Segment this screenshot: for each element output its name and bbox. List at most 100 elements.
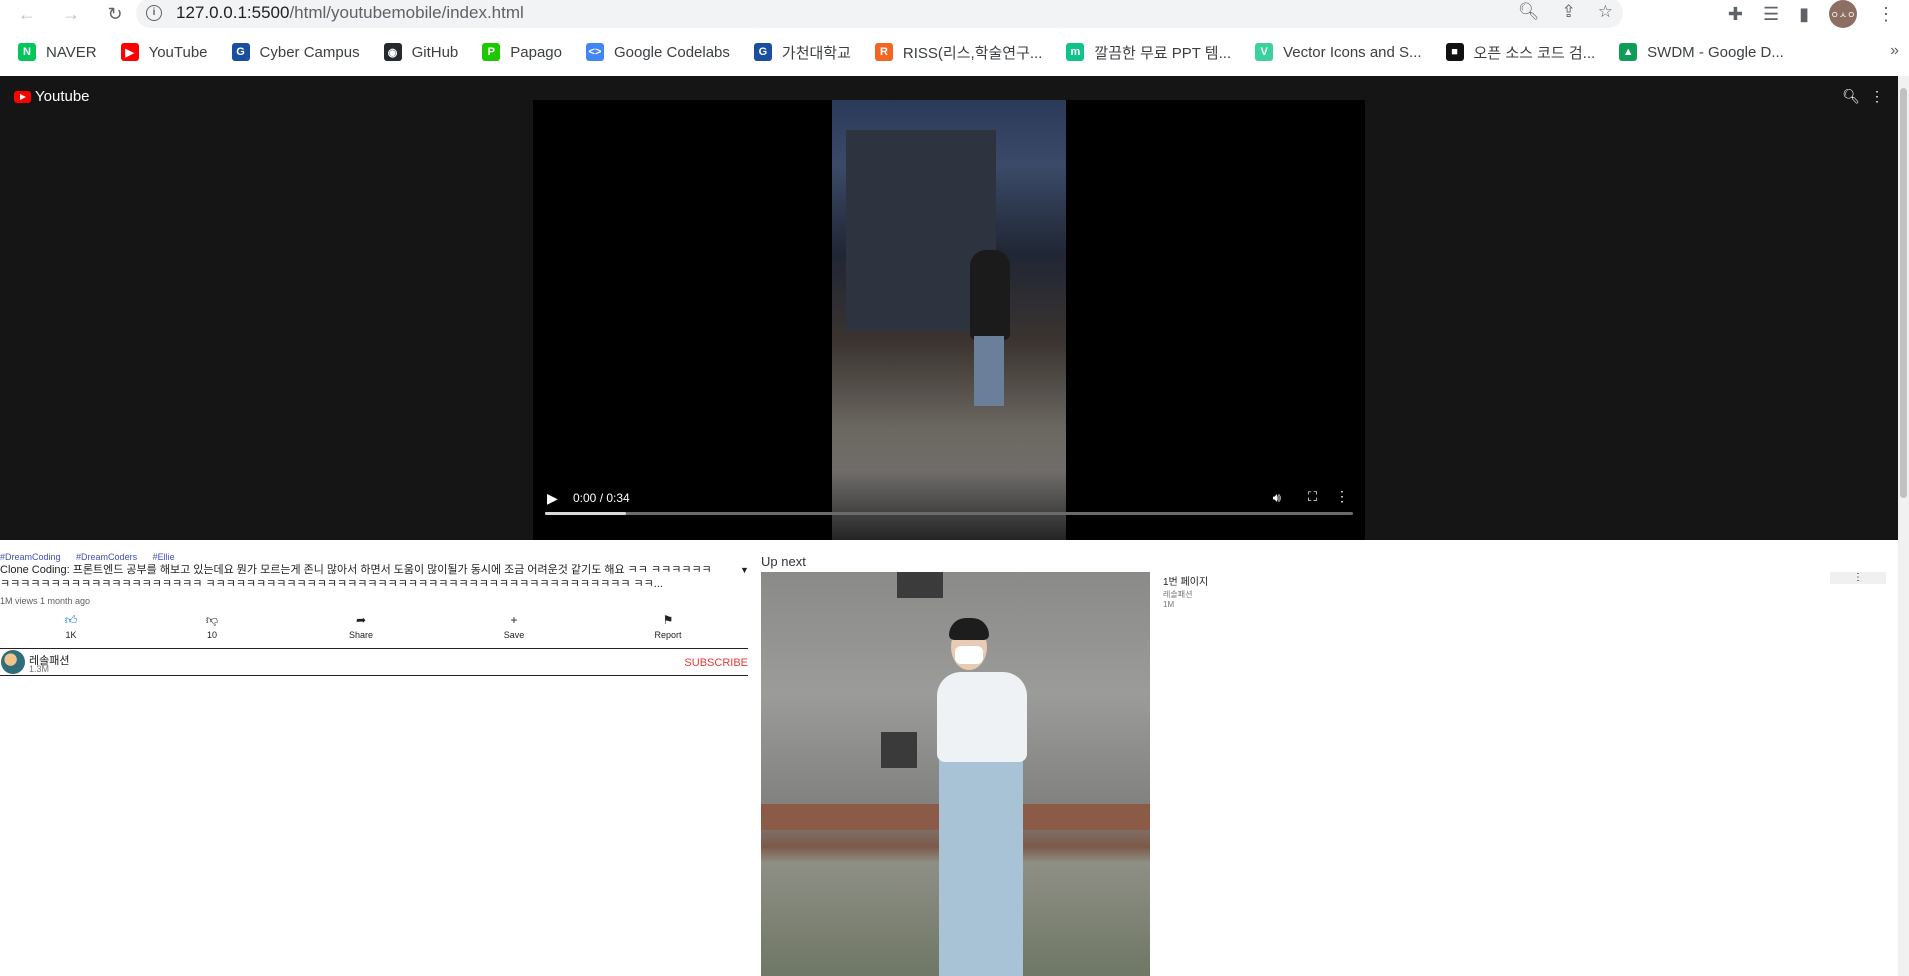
page: Youtube 🔍︎ ⋮ ▶ 0:00 / 0:34 🔊︎ ⛶ ⋮ #Dream… <box>0 76 1898 976</box>
bookmark-item[interactable]: ▲ SWDM - Google D... <box>1619 43 1784 61</box>
like-count: 1K <box>65 630 77 640</box>
bookmark-item[interactable]: G 가천대학교 <box>753 42 851 63</box>
bookmark-item[interactable]: G Cyber Campus <box>231 43 360 61</box>
video-info: #DreamCoding #DreamCoders #Ellie Clone C… <box>0 552 749 676</box>
hashtag[interactable]: #DreamCoding <box>0 552 61 562</box>
video-time: 0:00 / 0:34 <box>573 491 630 505</box>
bookmark-label: Papago <box>510 43 562 61</box>
channel-avatar[interactable] <box>1 650 25 674</box>
papago-icon: P <box>482 43 501 61</box>
search-icon[interactable]: 🔍︎ <box>1842 88 1860 105</box>
bookmark-label: 가천대학교 <box>781 44 851 62</box>
bookmark-item[interactable]: ▶ YouTube <box>120 43 208 61</box>
bookmark-item[interactable]: ■ 오픈 소스 코드 검... <box>1445 42 1596 63</box>
site-info-icon[interactable]: i <box>146 5 162 21</box>
bookmark-label: NAVER <box>46 43 97 61</box>
video-player[interactable]: ▶ 0:00 / 0:34 🔊︎ ⛶ ⋮ <box>533 100 1365 540</box>
bookmark-label: 깔끔한 무료 PPT 템... <box>1094 44 1232 62</box>
upnext-item-title[interactable]: 1번 페이지 <box>1163 573 1208 588</box>
bookmark-label: Vector Icons and S... <box>1283 43 1422 61</box>
naver-icon: N <box>18 43 36 61</box>
youtube-logo-icon <box>14 90 31 103</box>
video-section: Youtube 🔍︎ ⋮ ▶ 0:00 / 0:34 🔊︎ ⛶ ⋮ <box>0 76 1898 540</box>
bookmarks-overflow-icon[interactable]: » <box>1890 42 1899 60</box>
bookmark-label: GitHub <box>411 43 459 61</box>
forward-icon[interactable]: → <box>56 2 86 26</box>
scrollbar-thumb[interactable] <box>1900 88 1907 498</box>
bookmark-star-icon[interactable]: ☆ <box>1598 2 1613 22</box>
fullscreen-icon[interactable]: ⛶ <box>1308 489 1317 505</box>
page-scrollbar[interactable] <box>1898 76 1909 976</box>
save-label: Save <box>503 630 525 640</box>
video-controls: ▶ 0:00 / 0:34 🔊︎ ⛶ ⋮ <box>533 470 1365 540</box>
menu-dots-icon[interactable]: ⋮ <box>1877 4 1895 25</box>
github-icon: ◉ <box>383 43 402 61</box>
report-button[interactable]: ⚑ Report <box>643 612 693 640</box>
zoom-icon[interactable]: 🔍︎ <box>1518 2 1540 22</box>
video-person <box>970 250 1010 340</box>
thumb-mask <box>955 646 983 664</box>
action-bar: 👍︎ 1K 👎︎ 10 ➦ Share + Save ⚑ Report <box>0 612 748 648</box>
dislike-button[interactable]: 👎︎ 10 <box>187 612 237 640</box>
thumbs-up-icon: 👍︎ <box>64 613 78 627</box>
bookmark-label: Google Codelabs <box>613 43 730 61</box>
thumb-shirt <box>937 672 1027 762</box>
share-button[interactable]: ➦ Share <box>336 612 386 640</box>
upnext-item-views: 1M <box>1163 600 1175 609</box>
share-page-icon[interactable]: ⇪ <box>1562 2 1576 22</box>
bookmark-item[interactable]: <> Google Codelabs <box>585 43 730 61</box>
report-label: Report <box>654 630 682 640</box>
browser-toolbar: ← → ↻ i 127.0.0.1:5500/html/youtubemobil… <box>0 0 1909 28</box>
like-button[interactable]: 👍︎ 1K <box>46 612 96 640</box>
subscribe-button[interactable]: SUBSCRIBE <box>684 657 748 669</box>
gachon-icon: G <box>753 43 772 61</box>
plus-icon: + <box>510 613 518 627</box>
save-button[interactable]: + Save <box>489 612 539 640</box>
video-person-legs <box>974 336 1004 406</box>
share-icon: ➦ <box>355 613 367 627</box>
video-meta: 1M views 1 month ago <box>0 596 91 606</box>
volume-icon[interactable]: 🔊︎ <box>1273 490 1281 506</box>
google-drive-icon: ▲ <box>1619 43 1638 61</box>
riss-icon: R <box>874 43 893 61</box>
play-icon[interactable]: ▶ <box>547 490 558 507</box>
video-title: Clone Coding: 프론트엔드 공부를 해보고 있는데요 뭔가 모르는게… <box>0 564 712 590</box>
bookmark-item[interactable]: ◉ GitHub <box>383 43 459 61</box>
upnext-thumbnail[interactable] <box>761 572 1150 976</box>
youtube-icon: ▶ <box>120 43 139 61</box>
share-label: Share <box>348 630 374 640</box>
address-bar[interactable]: i 127.0.0.1:5500/html/youtubemobile/inde… <box>136 0 1623 28</box>
upnext-label: Up next <box>761 554 806 569</box>
channel-row: 레솔패션 1.3M SUBSCRIBE <box>0 648 748 676</box>
extensions-icon[interactable]: ✚ <box>1728 4 1743 25</box>
media-control-icon[interactable]: ☰ <box>1763 4 1779 25</box>
reload-icon[interactable]: ↻ <box>100 2 130 26</box>
bookmark-item[interactable]: N NAVER <box>18 43 97 61</box>
miricanvas-icon: m <box>1066 43 1085 61</box>
bookmark-item[interactable]: V Vector Icons and S... <box>1255 43 1422 61</box>
bookmark-item[interactable]: R RISS(리스,학술연구... <box>874 42 1042 63</box>
youtube-logo[interactable]: Youtube <box>14 88 90 105</box>
hashtag[interactable]: #DreamCoders <box>76 552 137 562</box>
upnext-more-icon[interactable]: ⋮ <box>1830 572 1886 584</box>
side-panel-icon[interactable]: ▮ <box>1799 4 1809 25</box>
expand-caret-icon[interactable]: ▼ <box>740 565 749 575</box>
bookmark-item[interactable]: m 깔끔한 무료 PPT 템... <box>1066 42 1231 63</box>
upnext-item-meta: 1번 페이지 레솔패션 1M <box>1163 573 1208 609</box>
url-text[interactable]: 127.0.0.1:5500/html/youtubemobile/index.… <box>176 3 524 23</box>
video-progress-bar[interactable] <box>545 512 1353 515</box>
bookmark-label: YouTube <box>148 43 208 61</box>
back-icon[interactable]: ← <box>12 2 42 26</box>
bookmarks-bar: N NAVER ▶ YouTube G Cyber Campus ◉ GitHub P Papag… <box>0 36 1909 68</box>
thumb-window <box>881 732 917 768</box>
video-more-icon[interactable]: ⋮ <box>1335 488 1349 505</box>
bookmark-label: SWDM - Google D... <box>1647 43 1784 61</box>
opensource-icon: ■ <box>1445 43 1464 61</box>
thumb-window <box>897 572 943 598</box>
gachon-icon: G <box>231 43 250 61</box>
more-vert-icon[interactable]: ⋮ <box>1870 88 1884 105</box>
bookmark-label: 오픈 소스 코드 검... <box>1473 44 1596 62</box>
profile-avatar[interactable]: ㅇㅅㅇ <box>1829 0 1857 28</box>
hashtag[interactable]: #Ellie <box>153 552 175 562</box>
bookmark-item[interactable]: P Papago <box>482 43 562 61</box>
